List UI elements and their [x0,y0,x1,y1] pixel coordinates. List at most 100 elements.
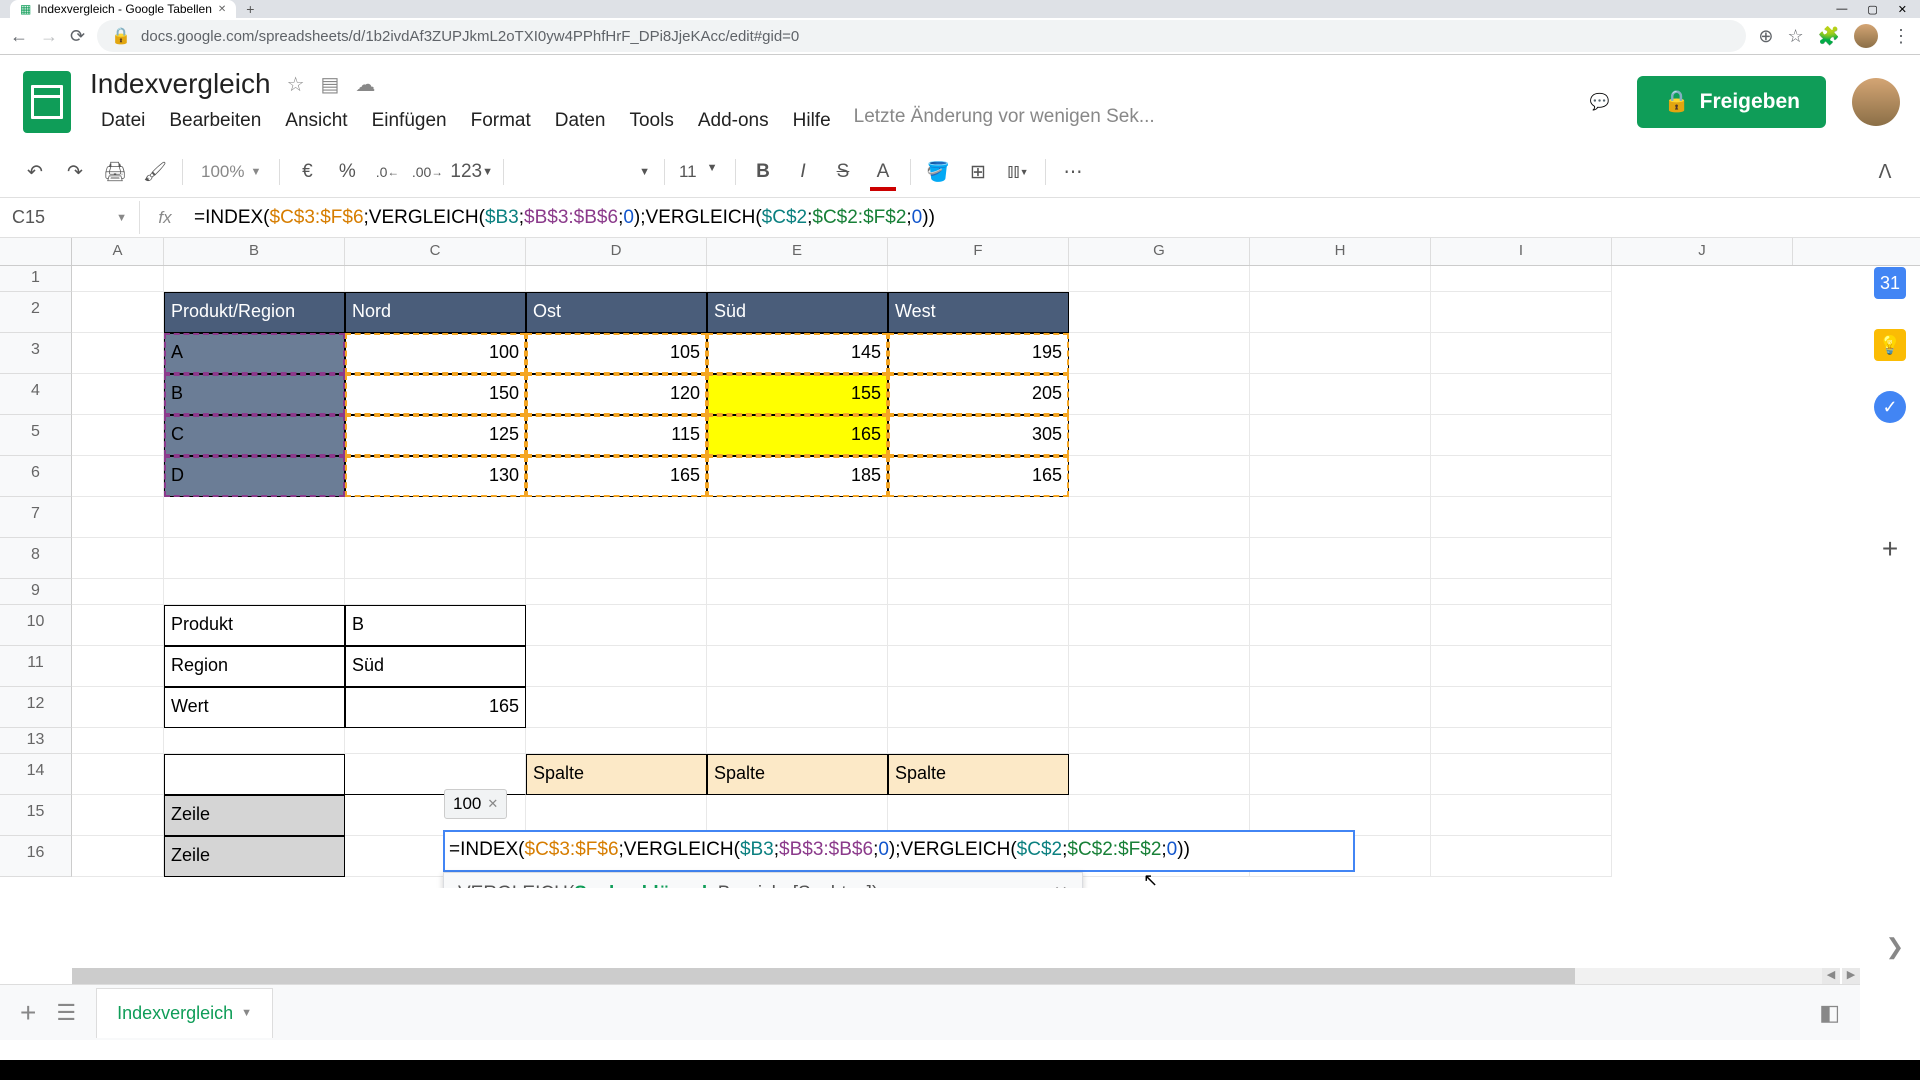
browser-menu-icon[interactable]: ⋮ [1892,26,1910,47]
cell[interactable] [526,687,707,728]
new-tab-button[interactable]: + [246,1,254,17]
cell[interactable] [1431,415,1612,456]
font-family-selector[interactable]: ▼ [514,162,654,182]
browser-tab[interactable]: ▦ Indexvergleich - Google Tabellen ✕ [10,0,236,18]
cell-e5[interactable]: 165 [707,415,888,456]
cell-d5[interactable]: 115 [526,415,707,456]
merge-cells-icon[interactable]: ⫾⫾ ▼ [1001,155,1035,189]
cell[interactable] [164,538,345,579]
cell[interactable] [707,605,888,646]
extensions-icon[interactable]: 🧩 [1818,26,1840,47]
cell-d2[interactable]: Ost [526,292,707,333]
cell[interactable] [707,728,888,754]
cell[interactable] [1250,456,1431,497]
forward-icon[interactable]: → [40,26,58,47]
last-edit-text[interactable]: Letzte Änderung vor wenigen Sek... [854,106,1155,136]
cell[interactable] [888,687,1069,728]
name-box[interactable]: C15 ▼ [0,201,140,234]
cell[interactable] [1250,374,1431,415]
cell[interactable] [1431,374,1612,415]
cell[interactable] [1069,415,1250,456]
cell[interactable] [526,728,707,754]
cell[interactable] [526,266,707,292]
cell-c2[interactable]: Nord [345,292,526,333]
cell[interactable] [72,687,164,728]
col-header-a[interactable]: A [72,238,164,265]
cell[interactable] [164,728,345,754]
sheets-logo[interactable] [20,65,74,139]
row-header-13[interactable]: 13 [0,728,72,754]
cell[interactable] [1069,754,1250,795]
cell[interactable] [72,646,164,687]
cell[interactable] [1069,646,1250,687]
cell[interactable] [888,538,1069,579]
row-header-15[interactable]: 15 [0,795,72,836]
cell-b10[interactable]: Produkt [164,605,345,646]
undo-icon[interactable]: ↶ [18,155,52,189]
cell[interactable] [888,579,1069,605]
close-preview-icon[interactable]: ✕ [487,796,498,812]
cell[interactable] [888,728,1069,754]
cell[interactable] [1069,687,1250,728]
cell[interactable] [707,579,888,605]
number-format[interactable]: 123 ▼ [450,155,493,189]
inline-formula-editor[interactable]: =INDEX($C$3:$F$6;VERGLEICH($B3;$B$3:$B$6… [443,830,1355,872]
cell-e2[interactable]: Süd [707,292,888,333]
user-avatar[interactable] [1852,78,1900,126]
cell-d6[interactable]: 165 [526,456,707,497]
bold-button[interactable]: B [746,155,780,189]
comment-history-icon[interactable]: 💬 [1577,80,1621,124]
cell-f6[interactable]: 165 [888,456,1069,497]
cell[interactable] [72,374,164,415]
back-icon[interactable]: ← [10,26,28,47]
cell[interactable] [1250,292,1431,333]
row-header-1[interactable]: 1 [0,266,72,292]
cell-c3[interactable]: 100 [345,333,526,374]
star-icon[interactable]: ☆ [287,72,305,97]
minimize-icon[interactable]: — [1836,3,1847,16]
col-header-g[interactable]: G [1069,238,1250,265]
cell-d4[interactable]: 120 [526,374,707,415]
cell[interactable] [1069,292,1250,333]
cell-b15[interactable]: Zeile [164,795,345,836]
profile-avatar[interactable] [1854,24,1878,48]
cell[interactable] [1069,374,1250,415]
close-tooltip-icon[interactable]: ✕ [1054,883,1068,888]
cell[interactable] [707,687,888,728]
cell-e3[interactable]: 145 [707,333,888,374]
cell-c5[interactable]: 125 [345,415,526,456]
strikethrough-button[interactable]: S [826,155,860,189]
cell[interactable] [1250,687,1431,728]
cell-b12[interactable]: Wert [164,687,345,728]
menu-tools[interactable]: Tools [618,106,684,136]
cell-c6[interactable]: 130 [345,456,526,497]
cell[interactable] [345,579,526,605]
cell[interactable] [1431,754,1612,795]
row-header-6[interactable]: 6 [0,456,72,497]
cell[interactable] [1431,646,1612,687]
cell[interactable] [1250,646,1431,687]
cell[interactable] [526,605,707,646]
cell[interactable] [707,646,888,687]
cell[interactable] [1431,605,1612,646]
cell[interactable] [345,266,526,292]
menu-insert[interactable]: Einfügen [361,106,458,136]
cell[interactable] [1069,538,1250,579]
cell-f4[interactable]: 205 [888,374,1069,415]
cell[interactable] [1250,754,1431,795]
sheet-menu-icon[interactable]: ▼ [241,1007,252,1019]
cell-e14[interactable]: Spalte [707,754,888,795]
cell[interactable] [707,538,888,579]
cell-b5[interactable]: C [164,415,345,456]
currency-button[interactable]: € [290,155,324,189]
menu-format[interactable]: Format [460,106,542,136]
cell[interactable] [707,497,888,538]
cell-b6[interactable]: D [164,456,345,497]
row-header-9[interactable]: 9 [0,579,72,605]
text-color-button[interactable]: A [866,155,900,189]
cell[interactable] [1250,333,1431,374]
menu-data[interactable]: Daten [544,106,617,136]
cell-e4[interactable]: 155 [707,374,888,415]
cell-b4[interactable]: B [164,374,345,415]
show-side-panel-icon[interactable]: ❯ [1886,934,1904,960]
